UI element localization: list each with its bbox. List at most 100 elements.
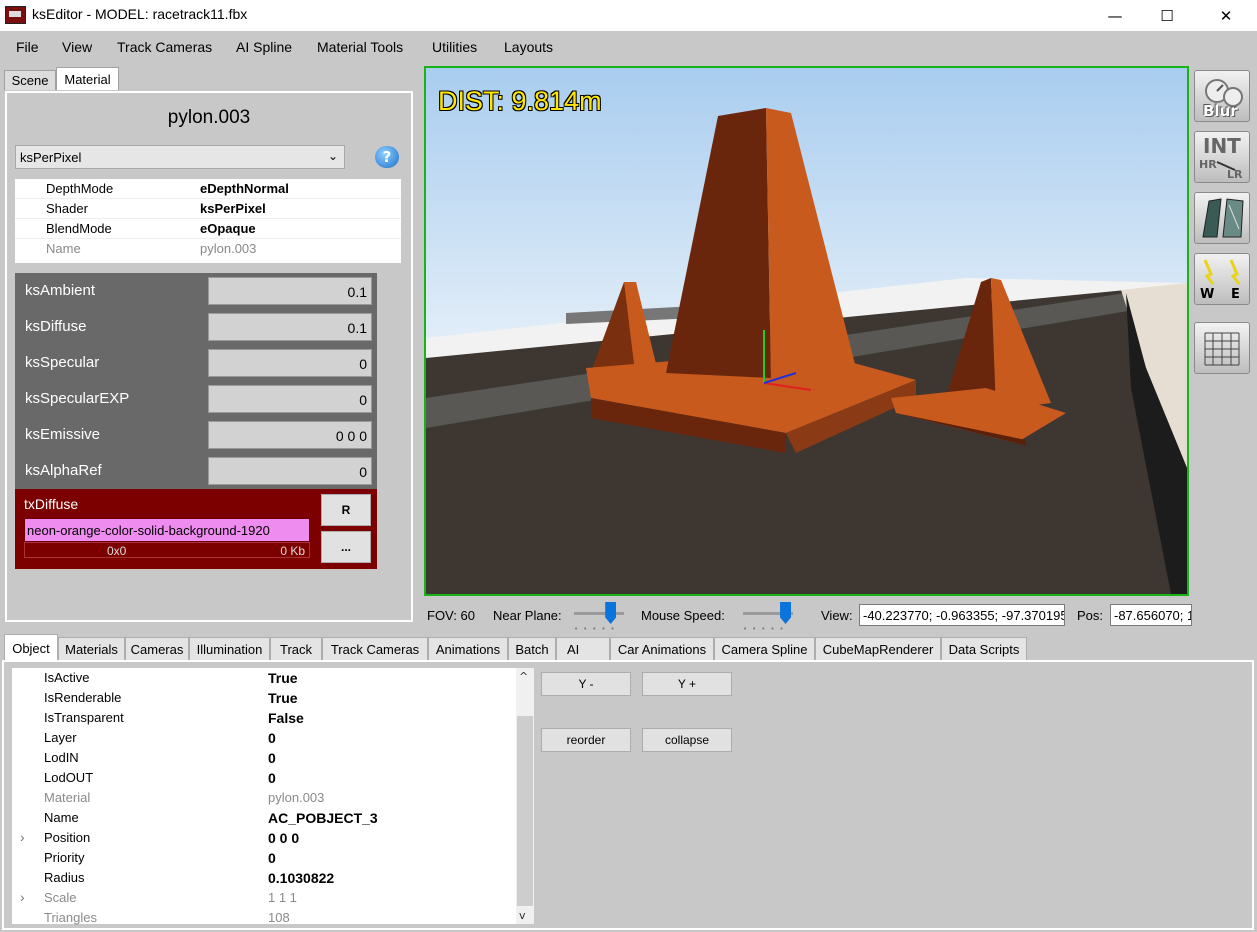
expand-chevron-icon[interactable]: ›	[20, 829, 25, 845]
menu-layouts[interactable]: Layouts	[504, 39, 553, 55]
property-row[interactable]: BlendMode eOpaque	[15, 219, 401, 239]
tab-illumination[interactable]: Illumination	[189, 637, 270, 660]
menu-utilities[interactable]: Utilities	[432, 39, 477, 55]
object-row-layer[interactable]: Layer 0	[12, 728, 516, 748]
tab-track-cameras[interactable]: Track Cameras	[322, 637, 428, 660]
glass-tool-button[interactable]	[1194, 192, 1250, 244]
near-plane-thumb[interactable]	[605, 602, 617, 624]
menu-material-tools[interactable]: Material Tools	[317, 39, 403, 55]
object-prop-value: pylon.003	[268, 790, 325, 805]
shader-select[interactable]: ksPerPixel ⌄	[15, 145, 345, 169]
texture-reload-button[interactable]: R	[321, 494, 371, 526]
scroll-down-icon[interactable]: v	[519, 909, 526, 922]
object-prop-value: 0 0 0	[268, 830, 300, 846]
texture-file-field[interactable]: neon-orange-color-solid-background-1920	[24, 518, 310, 542]
property-row[interactable]: Shader ksPerPixel	[15, 199, 401, 219]
close-button[interactable]: ✕	[1203, 0, 1249, 31]
property-row[interactable]: DepthMode eDepthNormal	[15, 179, 401, 199]
tab-ai[interactable]: AI	[556, 637, 610, 660]
tab-scene[interactable]: Scene	[4, 70, 56, 90]
menu-track-cameras[interactable]: Track Cameras	[117, 39, 212, 55]
tab-data-scripts[interactable]: Data Scripts	[941, 637, 1027, 660]
wind-tool-button[interactable]: W E	[1194, 253, 1250, 305]
menu-file[interactable]: File	[16, 39, 39, 55]
y-plus-button[interactable]: Y +	[642, 672, 732, 696]
property-grid-scrollbar[interactable]: ^ v	[516, 668, 534, 924]
property-value: eDepthNormal	[200, 181, 289, 196]
object-row-lodin[interactable]: LodIN 0	[12, 748, 516, 768]
minimize-button[interactable]: —	[1092, 0, 1138, 31]
object-property-grid: IsActive True IsRenderable True IsTransp…	[12, 668, 516, 925]
expand-chevron-icon[interactable]: ›	[20, 889, 25, 905]
object-row-name[interactable]: Name AC_POBJECT_3	[12, 808, 516, 828]
near-plane-slider[interactable]: •••••	[574, 600, 624, 633]
tab-track[interactable]: Track	[270, 637, 322, 660]
object-row-lodout[interactable]: LodOUT 0	[12, 768, 516, 788]
property-value: pylon.003	[200, 241, 257, 256]
ks-specular-input[interactable]: 0	[208, 349, 372, 377]
mouse-speed-thumb[interactable]	[780, 602, 792, 624]
ks-diffuse-input[interactable]: 0.1	[208, 313, 372, 341]
object-row-material[interactable]: Material pylon.003	[12, 788, 516, 808]
blur-tool-button[interactable]: Blur	[1194, 70, 1250, 122]
grid-tool-button[interactable]	[1194, 322, 1250, 374]
scroll-thumb[interactable]	[517, 716, 533, 906]
tab-batch[interactable]: Batch	[508, 637, 556, 660]
property-row[interactable]: Name pylon.003	[15, 239, 401, 259]
menu-view[interactable]: View	[62, 39, 92, 55]
object-prop-key: Triangles	[44, 910, 97, 925]
tab-object[interactable]: Object	[4, 634, 58, 661]
ks-alpha-ref-input[interactable]: 0	[208, 457, 372, 485]
object-row-radius[interactable]: Radius 0.1030822	[12, 868, 516, 888]
tab-materials[interactable]: Materials	[58, 637, 125, 660]
title-bar: ksEditor - MODEL: racetrack11.fbx — ☐ ✕	[0, 0, 1257, 31]
object-row-position[interactable]: › Position 0 0 0	[12, 828, 516, 848]
3d-viewport[interactable]: DIST: 9.814m	[424, 66, 1189, 596]
texture-size: 0 Kb	[280, 544, 305, 558]
ks-specular-exp-label: ksSpecularEXP	[25, 390, 130, 407]
scroll-up-icon[interactable]: ^	[519, 670, 528, 683]
object-prop-value: 0	[268, 730, 276, 746]
ks-values-block: ksAmbient 0.1 ksDiffuse 0.1 ksSpecular 0…	[15, 273, 377, 493]
ks-specular-exp-input[interactable]: 0	[208, 385, 372, 413]
blur-label: Blur	[1203, 102, 1238, 120]
object-prop-key: IsTransparent	[44, 710, 124, 725]
tab-cubemap-renderer[interactable]: CubeMapRenderer	[815, 637, 941, 660]
object-prop-key: Position	[44, 830, 91, 845]
ks-diffuse-label: ksDiffuse	[25, 318, 87, 335]
material-properties-table: DepthMode eDepthNormal Shader ksPerPixel…	[15, 179, 401, 263]
pos-label: Pos:	[1077, 608, 1104, 623]
int-hr-lr-tool-button[interactable]: INT HR LR	[1194, 131, 1250, 183]
object-prop-key: Priority	[44, 850, 85, 865]
tab-material[interactable]: Material	[56, 67, 119, 90]
object-prop-value: 0	[268, 850, 276, 866]
object-row-isactive[interactable]: IsActive True	[12, 668, 516, 688]
reorder-button[interactable]: reorder	[541, 728, 631, 752]
object-row-isrenderable[interactable]: IsRenderable True	[12, 688, 516, 708]
pos-input[interactable]: -87.656070; 1	[1110, 604, 1192, 626]
view-input[interactable]: -40.223770; -0.963355; -97.370195	[859, 604, 1065, 626]
object-row-priority[interactable]: Priority 0	[12, 848, 516, 868]
texture-browse-button[interactable]: ...	[321, 531, 371, 563]
maximize-button[interactable]: ☐	[1144, 0, 1190, 31]
object-row-istransparent[interactable]: IsTransparent False	[12, 708, 516, 728]
tab-camera-spline[interactable]: Camera Spline	[714, 637, 815, 660]
y-minus-button[interactable]: Y -	[541, 672, 631, 696]
object-prop-value: True	[268, 690, 298, 706]
tab-cameras[interactable]: Cameras	[125, 637, 189, 660]
ks-emissive-input[interactable]: 0 0 0	[208, 421, 372, 449]
collapse-button[interactable]: collapse	[642, 728, 732, 752]
menu-ai-spline[interactable]: AI Spline	[236, 39, 292, 55]
tab-car-animations[interactable]: Car Animations	[610, 637, 714, 660]
mouse-speed-slider[interactable]: •••••	[743, 600, 793, 633]
ks-emissive-label: ksEmissive	[25, 426, 101, 443]
tab-animations[interactable]: Animations	[428, 637, 508, 660]
e-label: E	[1231, 287, 1240, 302]
object-prop-value: False	[268, 710, 304, 726]
object-row-scale[interactable]: › Scale 1 1 1	[12, 888, 516, 908]
object-panel: IsActive True IsRenderable True IsTransp…	[2, 660, 1254, 930]
object-row-triangles[interactable]: Triangles 108	[12, 908, 516, 928]
help-icon[interactable]: ?	[375, 146, 399, 168]
ks-ambient-input[interactable]: 0.1	[208, 277, 372, 305]
texture-label: txDiffuse	[24, 496, 79, 512]
